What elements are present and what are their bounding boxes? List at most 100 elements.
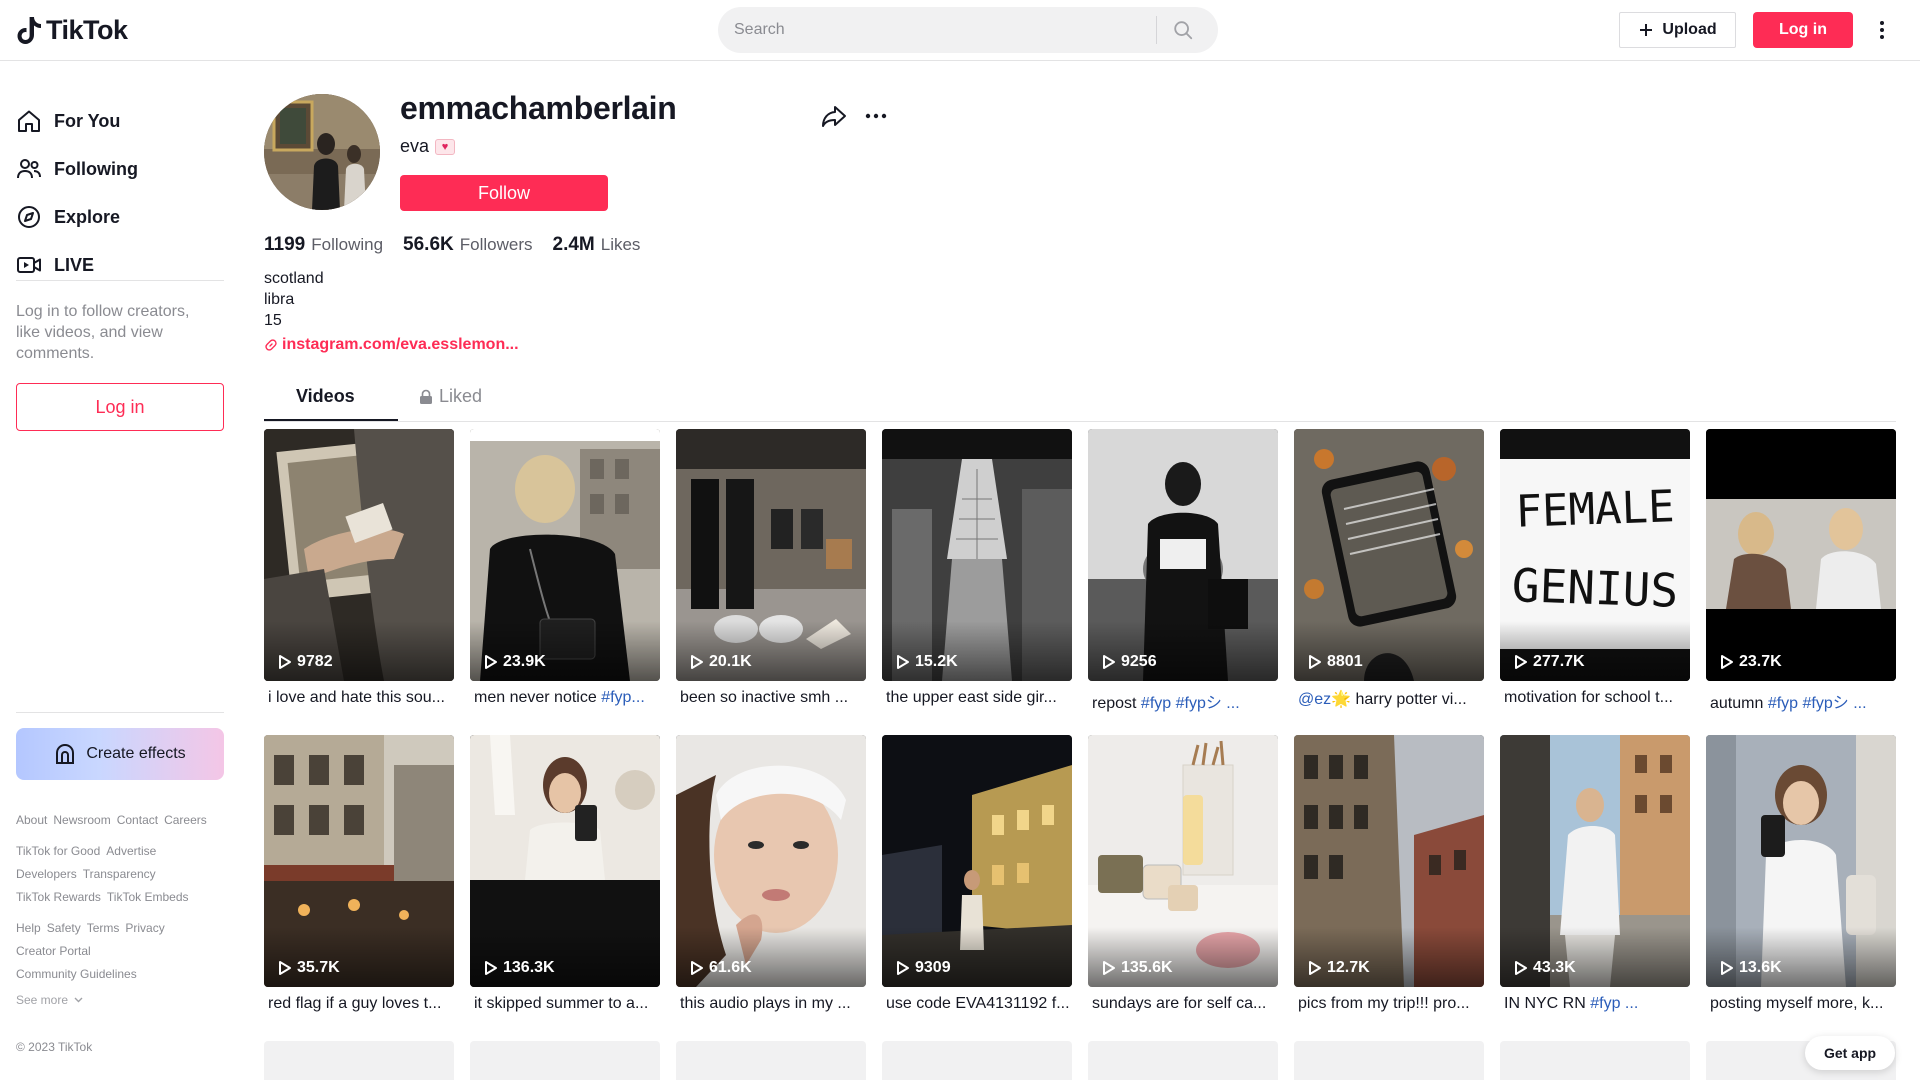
tab-liked[interactable]: Liked: [419, 386, 482, 407]
video-caption[interactable]: repost #fyp #fypシ ...: [1092, 689, 1278, 713]
followers-label: Followers: [459, 235, 533, 254]
play-icon: [1103, 655, 1115, 669]
get-app-button[interactable]: Get app: [1805, 1036, 1895, 1070]
video-caption[interactable]: @ez🌟 harry potter vi...: [1298, 689, 1484, 709]
footer-link-terms[interactable]: Terms: [87, 921, 120, 935]
following-stat[interactable]: 1199 Following: [264, 234, 383, 256]
video-caption[interactable]: autumn #fyp #fypシ ...: [1710, 689, 1896, 713]
video-caption[interactable]: the upper east side gir...: [886, 689, 1072, 707]
video-thumbnail[interactable]: 13.6K: [1706, 735, 1896, 987]
footer-link-contact[interactable]: Contact: [117, 813, 158, 827]
video-caption[interactable]: sundays are for self ca...: [1092, 995, 1278, 1013]
video-thumbnail[interactable]: 9782: [264, 429, 454, 681]
caption-text: men never notice: [474, 689, 602, 706]
view-count-text: 15.2K: [915, 653, 958, 670]
share-button[interactable]: [820, 102, 848, 130]
video-caption[interactable]: pics from my trip!!! pro...: [1298, 995, 1484, 1013]
footer-link-creator-portal[interactable]: Creator Portal: [16, 944, 91, 958]
footer-link-developers[interactable]: Developers: [16, 867, 77, 881]
caption-text: it skipped summer to a...: [474, 995, 649, 1012]
video-thumbnail[interactable]: 135.6K: [1088, 735, 1278, 987]
video-thumbnail[interactable]: 23.9K: [470, 429, 660, 681]
caption-hashtags[interactable]: #fyp ...: [1590, 995, 1638, 1012]
footer-link-transparency[interactable]: Transparency: [83, 867, 156, 881]
sidebar-login-button[interactable]: Log in: [16, 383, 224, 431]
video-caption[interactable]: it skipped summer to a...: [474, 995, 660, 1013]
view-count: 135.6K: [1102, 959, 1173, 977]
video-thumbnail[interactable]: 9256: [1088, 429, 1278, 681]
profile-more-button[interactable]: [862, 102, 890, 130]
video-caption[interactable]: posting myself more, k...: [1710, 995, 1896, 1013]
tab-videos[interactable]: Videos: [296, 386, 355, 407]
footer-link-tiktok-for-good[interactable]: TikTok for Good: [16, 844, 100, 858]
footer-link-advertise[interactable]: Advertise: [106, 844, 156, 858]
followers-stat[interactable]: 56.6K Followers: [403, 234, 532, 256]
view-count-text: 12.7K: [1327, 959, 1370, 976]
video-thumbnail[interactable]: 61.6K: [676, 735, 866, 987]
footer-link-careers[interactable]: Careers: [164, 813, 207, 827]
create-effects-button[interactable]: Create effects: [16, 728, 224, 780]
footer-link-newsroom[interactable]: Newsroom: [53, 813, 110, 827]
video-caption[interactable]: been so inactive smh ...: [680, 689, 866, 707]
video-caption[interactable]: use code EVA4131192 f...: [886, 995, 1072, 1013]
view-count-text: 9256: [1121, 653, 1157, 670]
video-thumbnail[interactable]: 35.7K: [264, 735, 454, 987]
video-caption[interactable]: this audio plays in my ...: [680, 995, 866, 1013]
video-caption[interactable]: IN NYC RN #fyp ...: [1504, 995, 1690, 1013]
profile-link[interactable]: instagram.com/eva.esslemon...: [264, 336, 519, 354]
view-count: 9256: [1102, 653, 1157, 671]
caption-hashtags[interactable]: #fyp...: [601, 689, 645, 706]
nav-explore[interactable]: Explore: [16, 199, 120, 235]
caption-mention[interactable]: @ez🌟: [1298, 691, 1351, 708]
footer-link-community-guidelines[interactable]: Community Guidelines: [16, 967, 137, 981]
footer-link-privacy[interactable]: Privacy: [125, 921, 164, 935]
more-menu-button[interactable]: [1870, 15, 1894, 45]
copyright: © 2023 TikTok: [16, 1040, 93, 1054]
search-button[interactable]: [1157, 7, 1209, 53]
upload-button[interactable]: Upload: [1619, 12, 1736, 48]
caption-text: been so inactive smh ...: [680, 689, 849, 706]
footer-link-help[interactable]: Help: [16, 921, 41, 935]
effects-icon: [56, 743, 75, 764]
video-thumbnail[interactable]: 20.1K: [676, 429, 866, 681]
video-caption[interactable]: motivation for school t...: [1504, 689, 1690, 707]
tiktok-logo[interactable]: TikTok: [16, 13, 128, 47]
profile-nickname: eva ♥: [400, 136, 456, 157]
footer-link-rewards[interactable]: TikTok Rewards: [16, 890, 101, 904]
footer-row: Creator Portal: [16, 944, 91, 958]
video-caption[interactable]: men never notice #fyp...: [474, 689, 660, 707]
see-more-link[interactable]: See more: [16, 993, 83, 1007]
view-count: 9782: [278, 653, 333, 671]
nav-following[interactable]: Following: [16, 151, 138, 187]
video-thumbnail[interactable]: 15.2K: [882, 429, 1072, 681]
loading-thumbnail: [882, 1041, 1072, 1080]
footer-row: Community Guidelines: [16, 967, 137, 981]
nav-live[interactable]: LIVE: [16, 247, 94, 283]
video-thumbnail[interactable]: FEMALE GENIUS 277.7K: [1500, 429, 1690, 681]
video-thumbnail[interactable]: 9309: [882, 735, 1072, 987]
caption-text: autumn: [1710, 695, 1768, 712]
video-thumbnail[interactable]: 136.3K: [470, 735, 660, 987]
video-caption[interactable]: i love and hate this sou...: [268, 689, 454, 707]
caption-hashtags[interactable]: #fyp #fypシ ...: [1141, 695, 1240, 712]
video-thumbnail[interactable]: 12.7K: [1294, 735, 1484, 987]
love-letter-icon: ♥: [435, 138, 456, 155]
footer-link-safety[interactable]: Safety: [47, 921, 81, 935]
follow-button[interactable]: Follow: [400, 175, 608, 211]
profile-bio: scotland libra 15: [264, 268, 324, 331]
search-input[interactable]: [718, 7, 1156, 53]
footer-link-embeds[interactable]: TikTok Embeds: [107, 890, 189, 904]
video-thumbnail[interactable]: 43.3K: [1500, 735, 1690, 987]
play-icon: [1309, 655, 1321, 669]
video-thumbnail[interactable]: 23.7K: [1706, 429, 1896, 681]
footer-link-about[interactable]: About: [16, 813, 47, 827]
caption-text: i love and hate this sou...: [268, 689, 445, 706]
nav-for-you[interactable]: For You: [16, 103, 120, 139]
following-count: 1199: [264, 234, 306, 255]
header-login-button[interactable]: Log in: [1753, 12, 1853, 48]
loading-thumbnail: [264, 1041, 454, 1080]
video-caption[interactable]: red flag if a guy loves t...: [268, 995, 454, 1013]
caption-hashtags[interactable]: #fyp #fypシ ...: [1768, 695, 1867, 712]
sidebar-divider: [16, 712, 224, 713]
video-thumbnail[interactable]: 8801: [1294, 429, 1484, 681]
